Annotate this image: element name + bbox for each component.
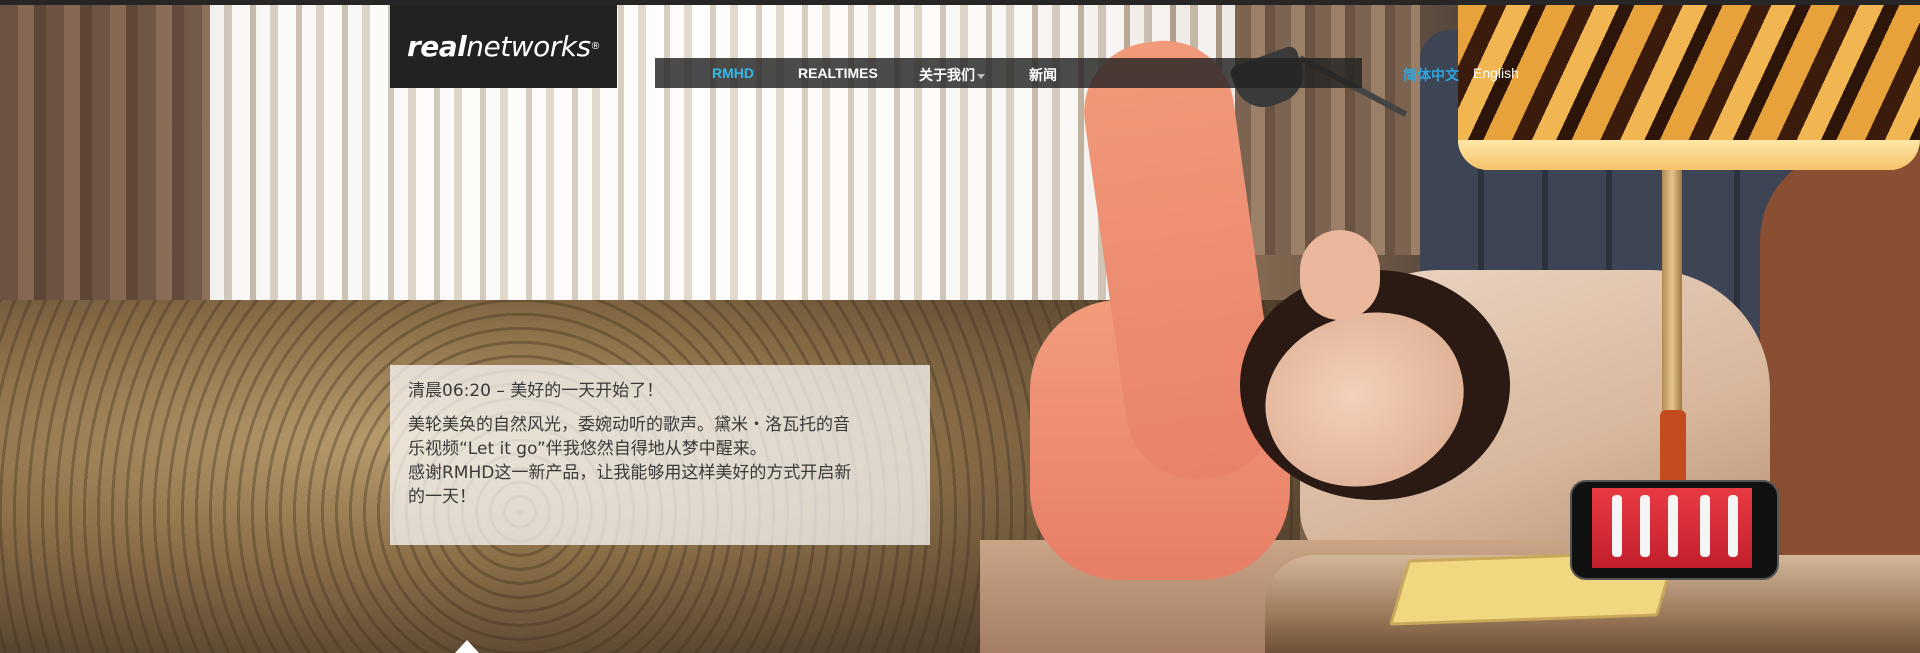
caption-title: 清晨06:20 – 美好的一天开始了！ — [408, 381, 664, 401]
lang-english-link[interactable]: English — [1473, 65, 1519, 81]
nav-item-realtimes[interactable]: REALTIMES — [798, 65, 878, 81]
nav-item-about[interactable]: 关于我们 — [919, 65, 985, 85]
hero-stage: real networks ® RMHD REALTIMES 关于我们 新闻 简体中… — [0, 0, 1920, 653]
caption-body: 美轮美奂的自然风光，委婉动听的歌声。黛米・洛瓦托的音 乐视频“Let it go… — [408, 413, 910, 509]
phone-dancer-figure — [1728, 495, 1738, 557]
logo-text-light: networks — [466, 30, 591, 63]
phone-dancer-figure — [1612, 495, 1622, 557]
lamp-rim — [1458, 140, 1920, 170]
lang-chinese-link[interactable]: 简体中文 — [1403, 65, 1459, 85]
phone-dancer-figure — [1700, 495, 1710, 557]
phone-dancer-figure — [1668, 495, 1678, 557]
chevron-down-icon — [977, 73, 985, 79]
nav-item-about-label: 关于我们 — [919, 67, 975, 83]
caption-line: 乐视频“Let it go”伴我悠然自得地从梦中醒来。 — [408, 439, 767, 459]
person-hand — [1300, 230, 1380, 320]
caption-line: 感谢RMHD这一新产品，让我能够用这样美好的方式开启新 — [408, 463, 852, 483]
logo-text-strong: real — [406, 30, 467, 63]
phone-dancer-figure — [1640, 495, 1650, 557]
nav-item-rmhd[interactable]: RMHD — [712, 65, 754, 81]
caption-line: 美轮美奂的自然风光，委婉动听的歌声。黛米・洛瓦托的音 — [408, 415, 850, 435]
lamp-pole — [1662, 170, 1682, 420]
nav-item-news[interactable]: 新闻 — [1029, 65, 1057, 85]
lamp-base — [1660, 410, 1686, 485]
caption-line: 的一天！ — [408, 487, 476, 507]
curtain-right — [1235, 5, 1420, 255]
slide-indicator-caret — [455, 640, 479, 653]
headboard-side — [1760, 150, 1920, 570]
main-nav: RMHD REALTIMES 关于我们 新闻 — [655, 58, 1362, 88]
logo-registered-mark: ® — [590, 41, 601, 52]
caption-card: 清晨06:20 – 美好的一天开始了！ 美轮美奂的自然风光，委婉动听的歌声。黛米… — [390, 365, 930, 545]
realnetworks-logo[interactable]: real networks ® — [390, 5, 617, 88]
window-blinds — [210, 5, 1240, 335]
